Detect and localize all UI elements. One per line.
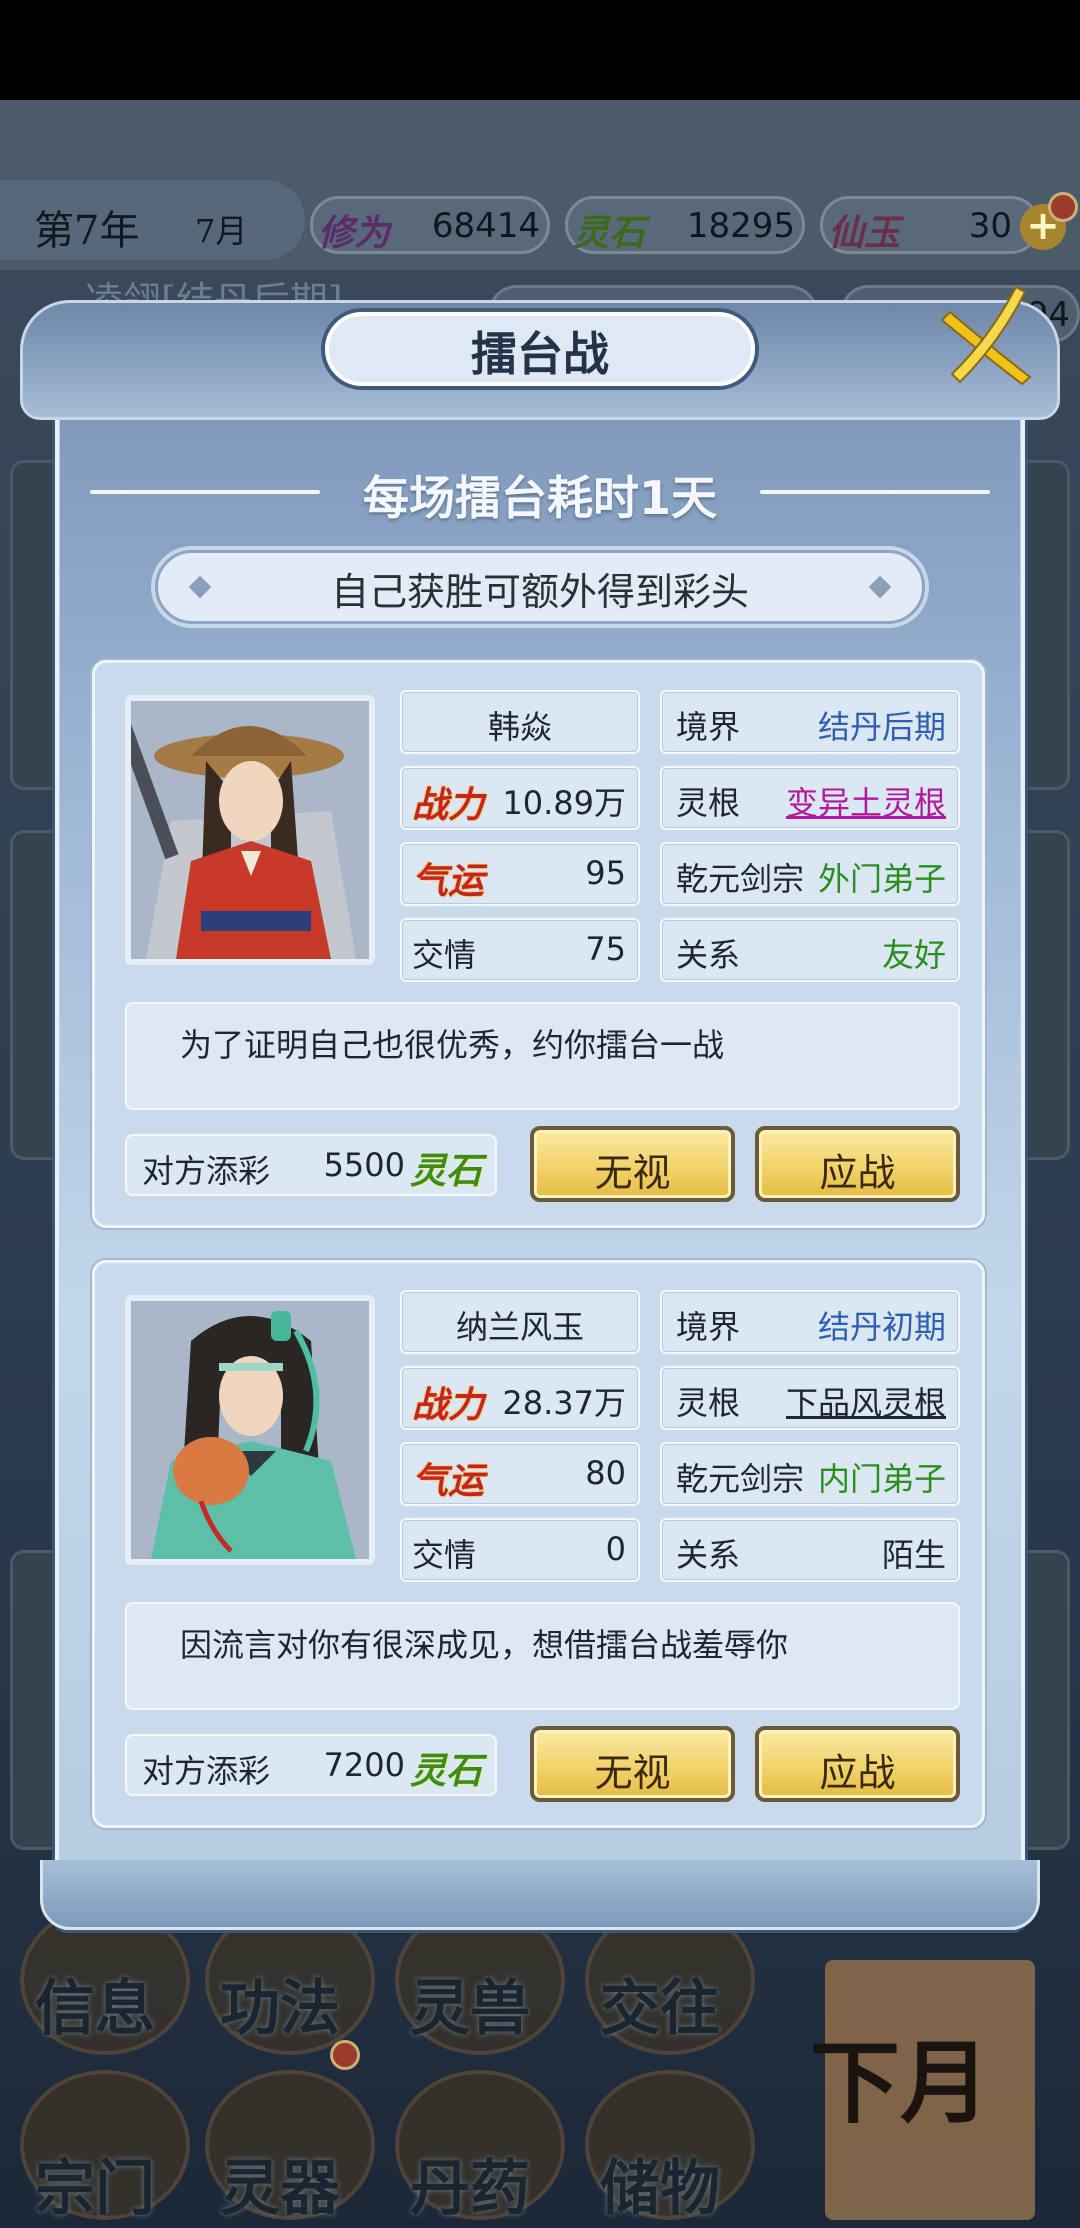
power-label: 战力 xyxy=(412,1384,485,1426)
spirit-stone-value: 18295 xyxy=(686,206,795,246)
nav-beasts-button[interactable]: 灵兽 xyxy=(410,1960,530,2047)
realm-label: 境界 xyxy=(676,1308,741,1346)
artifact-notification-dot xyxy=(330,2040,360,2070)
realm-value: 结丹后期 xyxy=(817,708,946,746)
modal-title: 擂台战 xyxy=(471,327,609,381)
friendship-value: 75 xyxy=(585,930,626,968)
luck-stat-label: 气运 xyxy=(412,860,485,902)
sect-rank: 内门弟子 xyxy=(817,1460,946,1498)
power-label: 战力 xyxy=(412,784,485,826)
power-value: 28.37万 xyxy=(502,1384,626,1422)
friendship-label: 交情 xyxy=(412,1536,477,1574)
accept-button-label[interactable]: 应战 xyxy=(755,1142,960,1197)
challenge-message: 为了证明自己也很优秀，约你擂台一战 xyxy=(180,1026,725,1064)
challenger-portrait xyxy=(125,695,375,965)
ignore-button-label[interactable]: 无视 xyxy=(530,1742,735,1797)
jade-label: 仙玉 xyxy=(828,212,901,254)
month-label: 7月 xyxy=(195,212,248,250)
nav-info-button[interactable]: 信息 xyxy=(35,1960,155,2047)
modal-subtitle: 每场擂台耗时1天 xyxy=(362,471,717,525)
notification-dot xyxy=(1048,192,1078,222)
spirit-root-label: 灵根 xyxy=(676,784,741,822)
relation-label: 关系 xyxy=(676,936,741,974)
challenger-name: 韩焱 xyxy=(487,708,552,746)
nav-storage-button[interactable]: 储物 xyxy=(600,2140,720,2227)
challenger-portrait xyxy=(125,1295,375,1565)
bonus-label: 对方添彩 xyxy=(142,1752,271,1790)
nav-artifacts-button[interactable]: 灵器 xyxy=(220,2140,340,2227)
spirit-root-label: 灵根 xyxy=(676,1384,741,1422)
spirit-root-value[interactable]: 下品风灵根 xyxy=(760,1378,946,1424)
bonus-unit: 灵石 xyxy=(410,1150,483,1192)
bonus-value: 5500 xyxy=(323,1146,405,1184)
luck-stat-label: 气运 xyxy=(412,1460,485,1502)
spirit-root-value[interactable]: 变异土灵根 xyxy=(760,778,946,824)
nav-social-button[interactable]: 交往 xyxy=(600,1960,720,2047)
bonus-value: 7200 xyxy=(323,1746,405,1784)
luck-stat-value: 80 xyxy=(585,1454,626,1492)
bonus-unit: 灵石 xyxy=(410,1750,483,1792)
nav-pills-button[interactable]: 丹药 xyxy=(410,2140,530,2227)
cultivation-value: 68414 xyxy=(431,206,540,246)
status-bar xyxy=(0,0,1080,100)
realm-value: 结丹初期 xyxy=(817,1308,946,1346)
close-icon[interactable] xyxy=(930,282,1040,392)
nav-sect-button[interactable]: 宗门 xyxy=(35,2140,155,2227)
sect-name: 乾元剑宗 xyxy=(676,1460,805,1498)
friendship-label: 交情 xyxy=(412,936,477,974)
accept-button-label[interactable]: 应战 xyxy=(755,1742,960,1797)
reward-banner-text: 自己获胜可额外得到彩头 xyxy=(330,570,749,614)
swordsman-avatar xyxy=(131,701,369,959)
jade-value: 30 xyxy=(968,206,1012,246)
bonus-label: 对方添彩 xyxy=(142,1152,271,1190)
nav-skills-button[interactable]: 功法 xyxy=(220,1960,340,2047)
scholar-avatar xyxy=(131,1301,369,1559)
realm-label: 境界 xyxy=(676,708,741,746)
relation-value: 陌生 xyxy=(881,1536,946,1574)
sect-rank: 外门弟子 xyxy=(817,860,946,898)
challenge-message: 因流言对你有很深成见，想借擂台战羞辱你 xyxy=(180,1626,789,1664)
friendship-value: 0 xyxy=(605,1530,626,1568)
ignore-button-label[interactable]: 无视 xyxy=(530,1142,735,1197)
luck-stat-value: 95 xyxy=(585,854,626,892)
scroll-bottom-roll xyxy=(40,1860,1040,1930)
year-label: 第7年 xyxy=(34,208,140,254)
relation-label: 关系 xyxy=(676,1536,741,1574)
challenger-name: 纳兰风玉 xyxy=(455,1308,584,1346)
relation-value: 友好 xyxy=(881,936,946,974)
next-month-button[interactable]: 下月 xyxy=(810,2010,990,2140)
power-value: 10.89万 xyxy=(502,784,626,822)
sect-name: 乾元剑宗 xyxy=(676,860,805,898)
